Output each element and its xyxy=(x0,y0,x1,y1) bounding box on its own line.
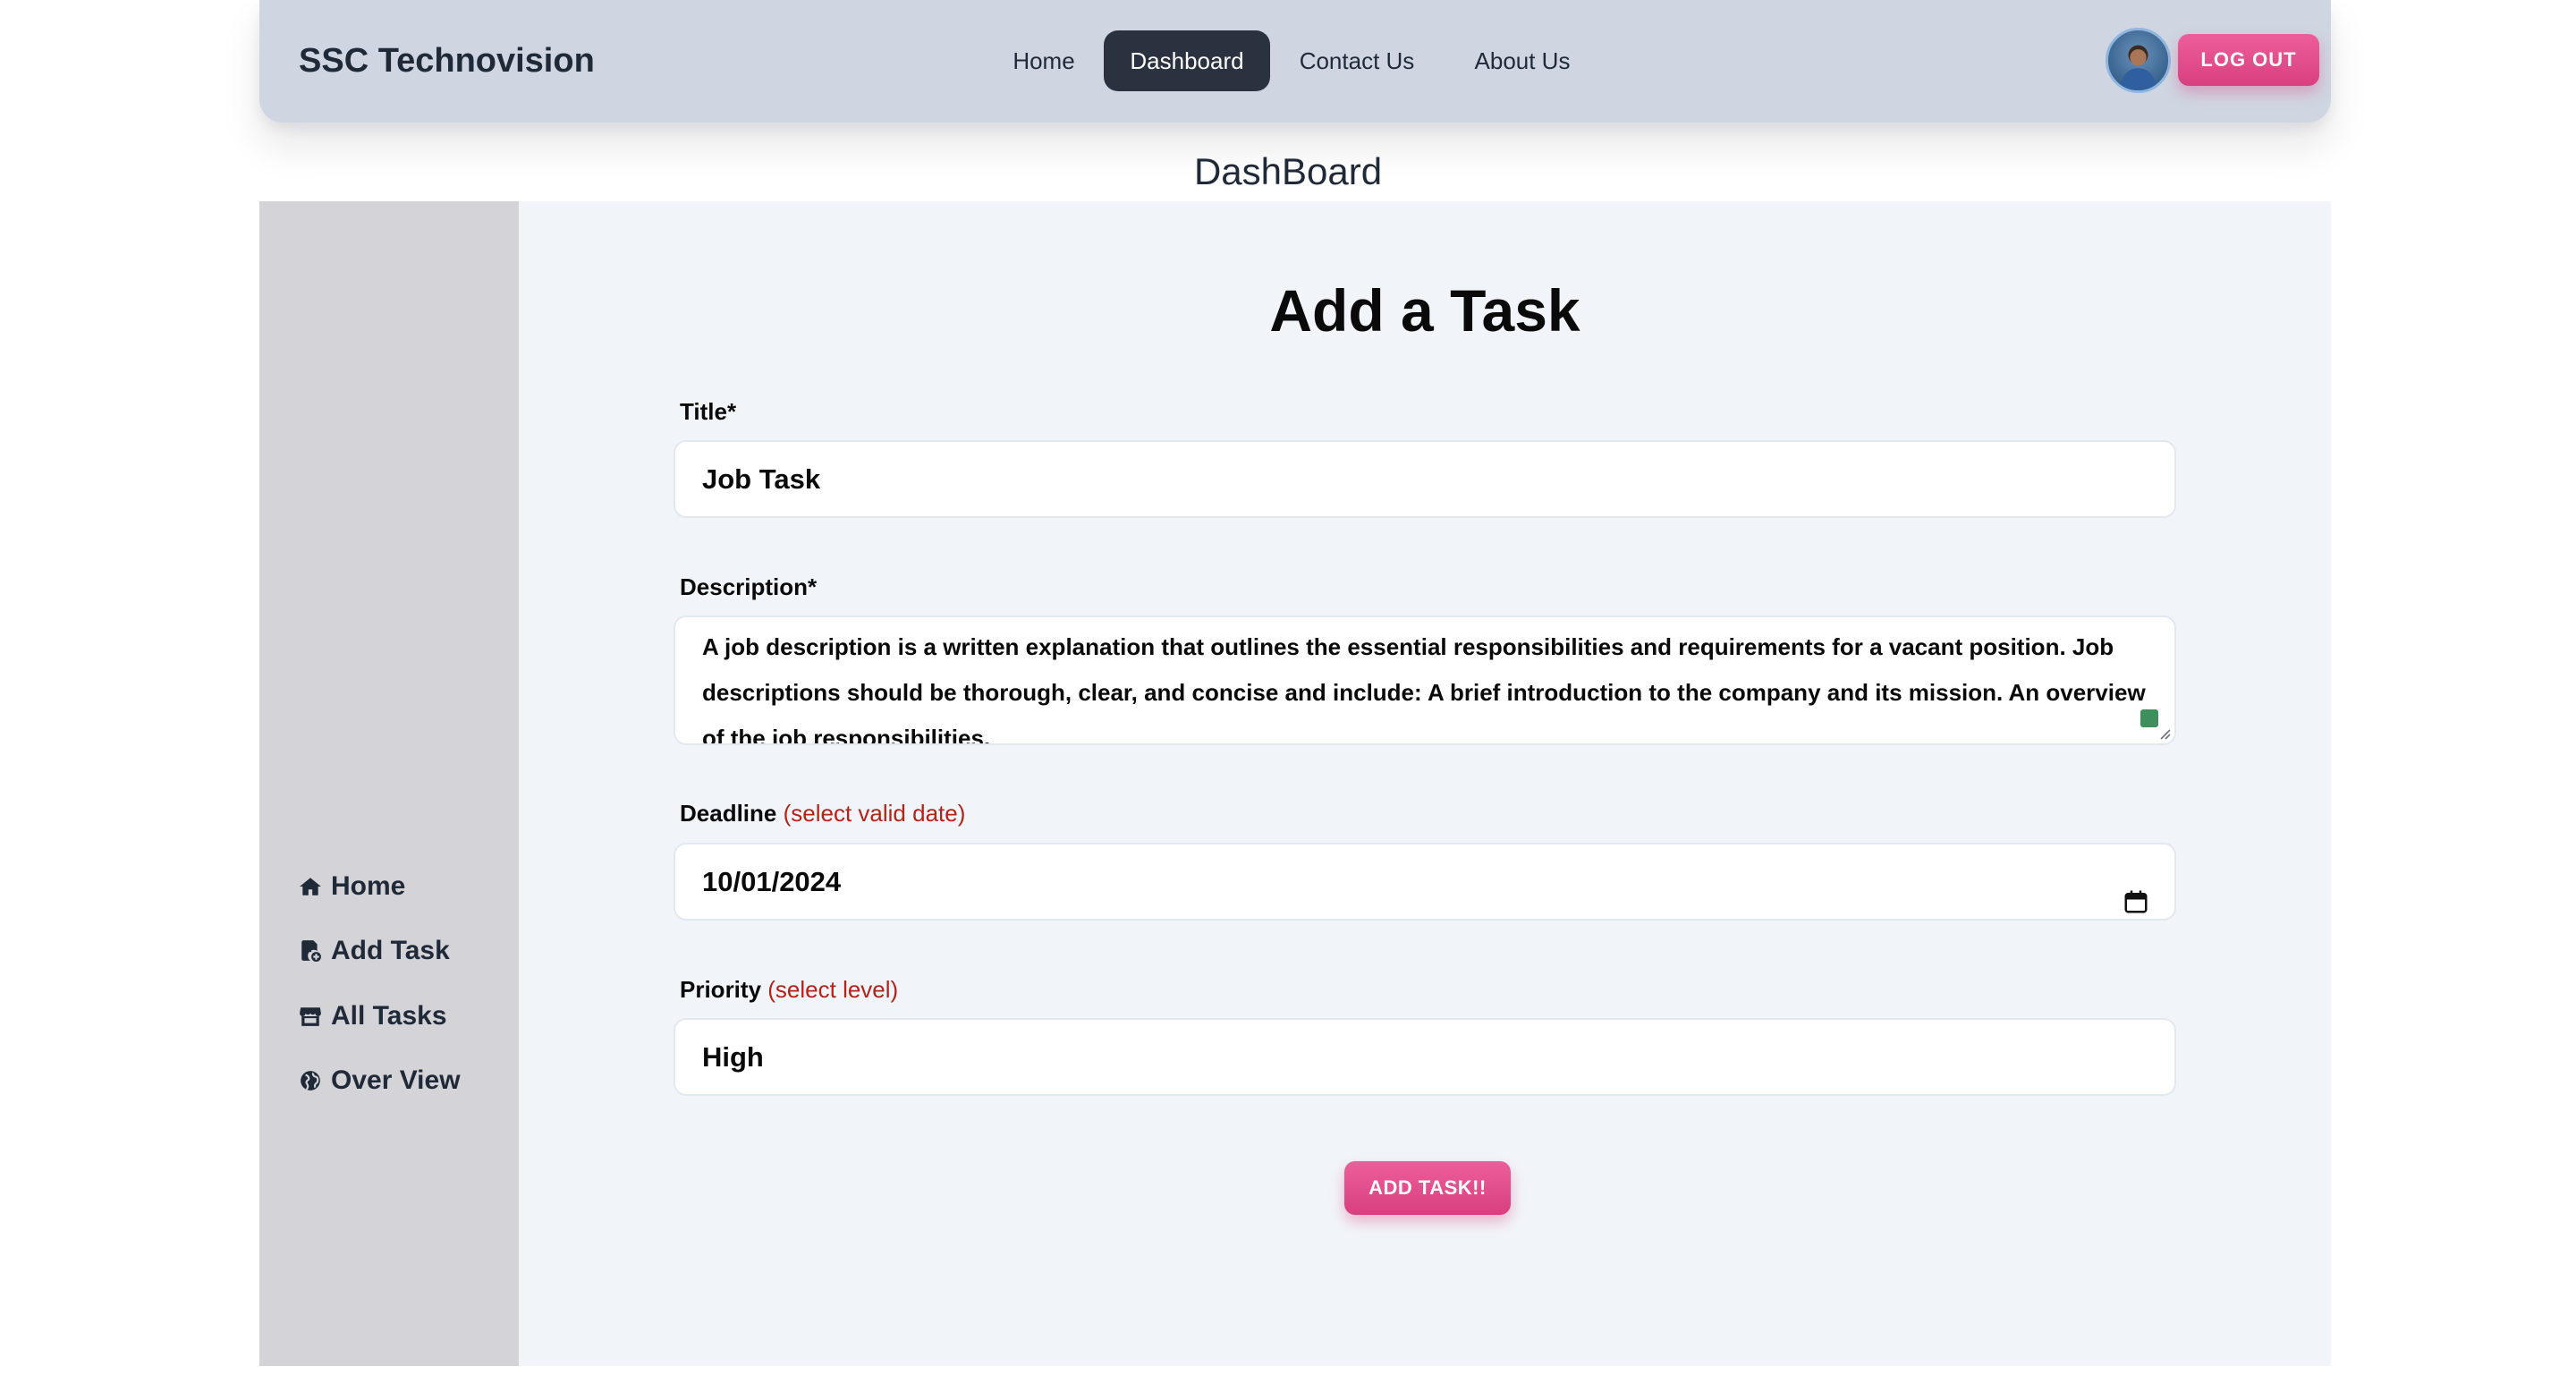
avatar-image xyxy=(2119,45,2157,90)
description-text: A job description is a written explanati… xyxy=(702,633,2146,745)
nav-contact-us[interactable]: Contact Us xyxy=(1288,30,1426,91)
priority-select[interactable]: High xyxy=(674,1018,2176,1096)
sidebar-item-add-task[interactable]: Add Task xyxy=(299,931,450,971)
add-task-button[interactable]: ADD TASK!! xyxy=(1344,1161,1511,1215)
deadline-label-text: Deadline xyxy=(680,800,777,827)
priority-label: Priority (select level) xyxy=(680,976,898,1004)
form-title: Add a Task xyxy=(1269,277,1580,344)
home-icon xyxy=(299,875,322,898)
add-task-icon xyxy=(299,939,322,963)
main-content: Add a Task Title* Job Task Description* … xyxy=(519,201,2331,1366)
logout-button[interactable]: LOG OUT xyxy=(2178,34,2319,86)
top-navbar: SSC Technovision Home Dashboard Contact … xyxy=(259,0,2331,123)
description-textarea[interactable]: A job description is a written explanati… xyxy=(674,615,2176,745)
grammar-extension-icon[interactable] xyxy=(2140,709,2158,727)
sidebar-item-label: Over View xyxy=(331,1065,461,1095)
store-icon xyxy=(299,1005,322,1028)
deadline-date-input[interactable]: 10/01/2024 xyxy=(674,843,2176,921)
sidebar-item-home[interactable]: Home xyxy=(299,867,405,906)
sidebar-item-label: All Tasks xyxy=(331,1001,447,1031)
avatar[interactable] xyxy=(2106,28,2171,93)
calendar-icon[interactable] xyxy=(2123,869,2149,913)
main-nav: Home Dashboard Contact Us About Us xyxy=(259,0,2331,123)
globe-icon xyxy=(299,1069,322,1092)
priority-hint: (select level) xyxy=(767,976,899,1003)
sidebar-item-all-tasks[interactable]: All Tasks xyxy=(299,997,447,1036)
sidebar-item-label: Add Task xyxy=(331,936,450,965)
title-label: Title* xyxy=(680,398,737,425)
sidebar-item-label: Home xyxy=(331,871,406,901)
sidebar-item-over-view[interactable]: Over View xyxy=(299,1061,461,1100)
deadline-label: Deadline (select valid date) xyxy=(680,800,965,828)
nav-dashboard[interactable]: Dashboard xyxy=(1104,30,1270,91)
description-label: Description* xyxy=(680,573,818,600)
nav-home[interactable]: Home xyxy=(993,30,1095,91)
deadline-hint: (select valid date) xyxy=(783,800,966,827)
page-title: DashBoard xyxy=(1193,150,1383,192)
sidebar: Home Add Task All Tasks Over View xyxy=(259,201,519,1366)
resize-handle-icon[interactable] xyxy=(2157,726,2171,740)
deadline-value: 10/01/2024 xyxy=(702,866,842,897)
priority-label-text: Priority xyxy=(680,976,762,1003)
nav-about-us[interactable]: About Us xyxy=(1440,30,1605,91)
title-input[interactable]: Job Task xyxy=(674,440,2176,518)
